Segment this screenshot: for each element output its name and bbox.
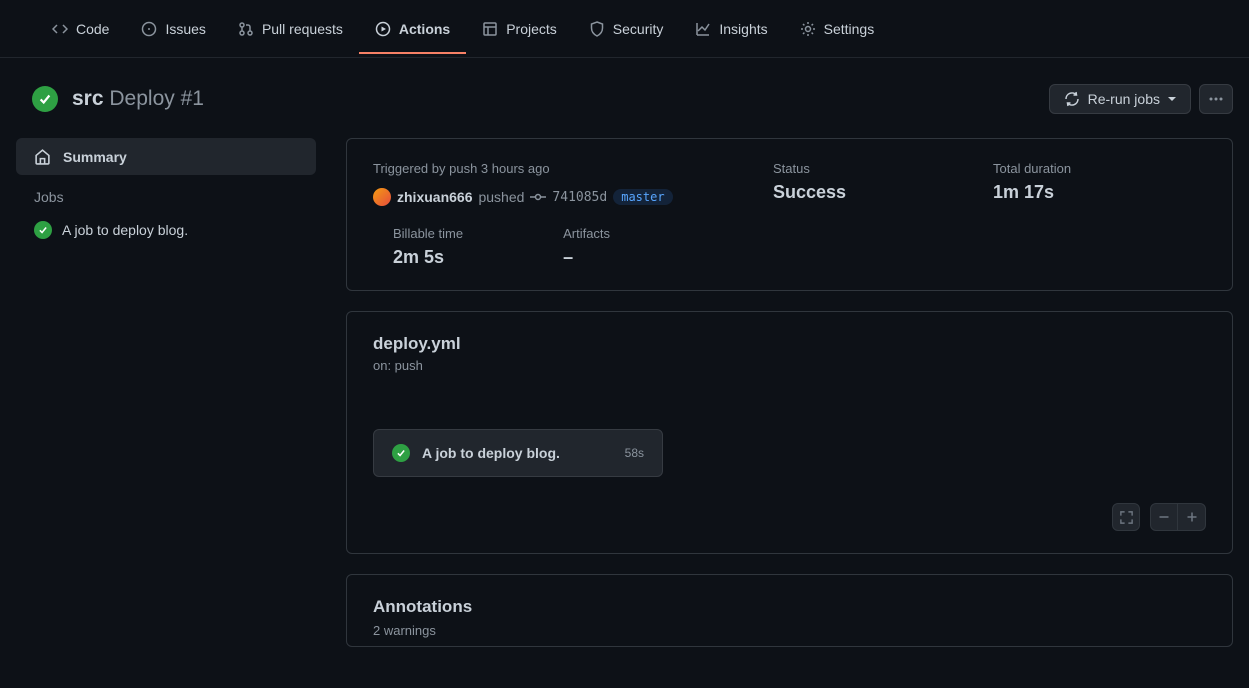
nav-projects-label: Projects — [506, 21, 557, 37]
sidebar-job-0-label: A job to deploy blog. — [62, 222, 188, 238]
fullscreen-icon — [1119, 510, 1134, 525]
nav-pulls[interactable]: Pull requests — [222, 5, 359, 53]
run-title: src Deploy #1 — [72, 87, 204, 111]
issues-icon — [141, 21, 157, 37]
trigger-col: Triggered by push 3 hours ago zhixuan666… — [373, 161, 713, 206]
gear-icon — [800, 21, 816, 37]
workflow-card: deploy.yml on: push A job to deploy blog… — [346, 311, 1233, 554]
main-content: Triggered by push 3 hours ago zhixuan666… — [346, 138, 1233, 647]
sidebar-summary[interactable]: Summary — [16, 138, 316, 175]
job-node-name: A job to deploy blog. — [422, 445, 613, 461]
nav-issues[interactable]: Issues — [125, 5, 221, 53]
job-success-icon — [34, 221, 52, 239]
pushed-text: pushed — [478, 189, 524, 205]
shield-icon — [589, 21, 605, 37]
sidebar: Summary Jobs A job to deploy blog. — [16, 138, 316, 647]
play-circle-icon — [375, 21, 391, 37]
zoom-out-button[interactable] — [1150, 503, 1178, 531]
sidebar-job-0[interactable]: A job to deploy blog. — [16, 213, 316, 247]
nav-code[interactable]: Code — [36, 5, 125, 53]
artifacts-label: Artifacts — [563, 226, 610, 241]
repo-nav: Code Issues Pull requests Actions Projec… — [0, 0, 1249, 58]
status-col: Status Success — [773, 161, 933, 206]
branch-badge[interactable]: master — [613, 189, 672, 205]
pusher-username[interactable]: zhixuan666 — [397, 189, 472, 205]
commit-icon — [530, 189, 546, 205]
trigger-label: Triggered by push 3 hours ago — [373, 161, 713, 176]
artifacts-value: – — [563, 247, 610, 268]
sidebar-summary-label: Summary — [63, 149, 127, 165]
kebab-icon — [1208, 91, 1224, 107]
sync-icon — [1064, 91, 1080, 107]
graph-icon — [695, 21, 711, 37]
nav-settings[interactable]: Settings — [784, 5, 891, 53]
nav-actions[interactable]: Actions — [359, 5, 466, 53]
avatar[interactable] — [373, 188, 391, 206]
projects-icon — [482, 21, 498, 37]
push-line: zhixuan666 pushed 741085d master — [373, 188, 713, 206]
meta-row-1: Triggered by push 3 hours ago zhixuan666… — [373, 161, 1206, 206]
duration-label: Total duration — [993, 161, 1071, 176]
nav-pulls-label: Pull requests — [262, 21, 343, 37]
nav-security[interactable]: Security — [573, 5, 680, 53]
rerun-jobs-button[interactable]: Re-run jobs — [1049, 84, 1191, 114]
chevron-down-icon — [1168, 97, 1176, 101]
nav-projects[interactable]: Projects — [466, 5, 573, 53]
nav-actions-label: Actions — [399, 21, 450, 37]
fullscreen-button[interactable] — [1112, 503, 1140, 531]
nav-insights[interactable]: Insights — [679, 5, 783, 53]
run-header: src Deploy #1 Re-run jobs — [0, 58, 1249, 114]
annotations-subtitle: 2 warnings — [373, 623, 1206, 638]
zoom-in-button[interactable] — [1178, 503, 1206, 531]
run-meta-card: Triggered by push 3 hours ago zhixuan666… — [346, 138, 1233, 291]
sidebar-jobs-heading: Jobs — [16, 175, 316, 213]
rerun-label: Re-run jobs — [1088, 91, 1160, 107]
home-icon — [34, 148, 51, 165]
job-node-time: 58s — [625, 446, 644, 460]
code-icon — [52, 21, 68, 37]
run-title-rest: Deploy #1 — [109, 87, 204, 110]
artifacts-col: Artifacts – — [563, 226, 610, 268]
run-header-left: src Deploy #1 — [32, 86, 204, 112]
plus-icon — [1186, 511, 1198, 523]
annotations-card: Annotations 2 warnings — [346, 574, 1233, 647]
zoom-group — [1150, 503, 1206, 531]
job-node-success-icon — [392, 444, 410, 462]
billable-value: 2m 5s — [393, 247, 463, 268]
kebab-menu-button[interactable] — [1199, 84, 1233, 114]
nav-security-label: Security — [613, 21, 664, 37]
status-value: Success — [773, 182, 933, 203]
nav-issues-label: Issues — [165, 21, 205, 37]
workflow-on: on: push — [373, 358, 1206, 373]
main-layout: Summary Jobs A job to deploy blog. Trigg… — [0, 114, 1249, 647]
annotations-title: Annotations — [373, 597, 1206, 617]
commit-sha[interactable]: 741085d — [552, 190, 607, 205]
meta-row-2: Billable time 2m 5s Artifacts – — [373, 226, 1206, 268]
job-node[interactable]: A job to deploy blog. 58s — [373, 429, 663, 477]
status-label: Status — [773, 161, 933, 176]
pull-request-icon — [238, 21, 254, 37]
nav-code-label: Code — [76, 21, 109, 37]
nav-insights-label: Insights — [719, 21, 767, 37]
billable-col: Billable time 2m 5s — [393, 226, 463, 268]
minus-icon — [1158, 511, 1170, 523]
nav-settings-label: Settings — [824, 21, 875, 37]
duration-value: 1m 17s — [993, 182, 1071, 203]
run-title-src: src — [72, 87, 104, 110]
run-header-right: Re-run jobs — [1049, 84, 1233, 114]
workflow-file-name: deploy.yml — [373, 334, 1206, 354]
zoom-controls — [373, 503, 1206, 531]
billable-label: Billable time — [393, 226, 463, 241]
success-check-icon — [32, 86, 58, 112]
duration-col: Total duration 1m 17s — [993, 161, 1071, 206]
